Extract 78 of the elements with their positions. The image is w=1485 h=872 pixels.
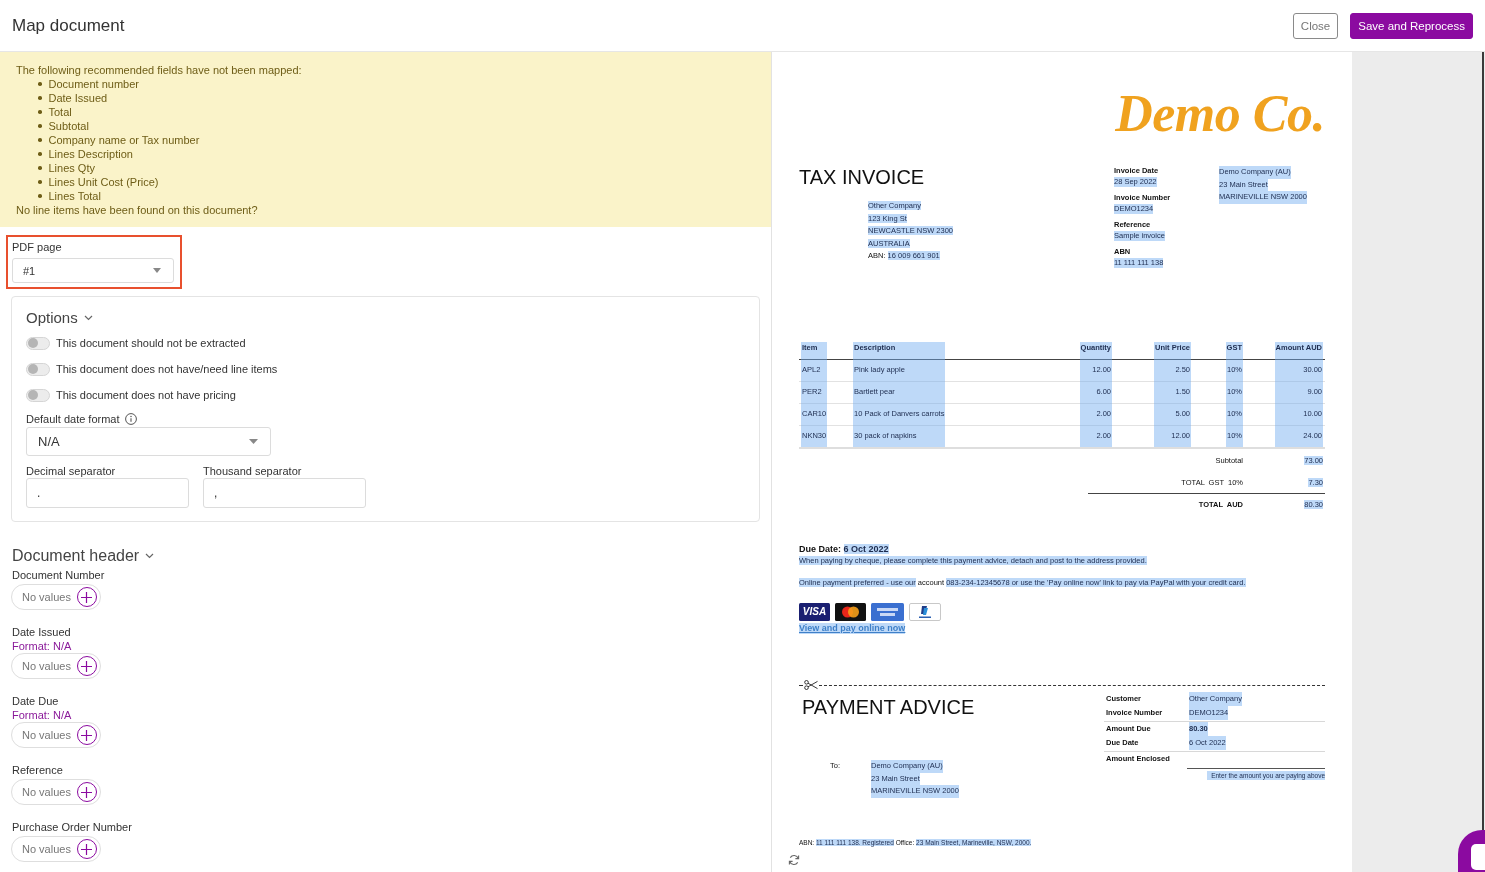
separator-input[interactable]: .: [26, 478, 189, 508]
warning-item: Document number: [48, 77, 139, 91]
no-values-text: No values: [22, 660, 71, 672]
field-label: PDF page: [12, 240, 62, 254]
scrollbar-thumb[interactable]: [1482, 52, 1484, 830]
plus-icon: [81, 843, 93, 855]
plus-icon: [81, 591, 93, 603]
info-icon[interactable]: [124, 413, 137, 425]
field-label: Reference: [12, 764, 63, 777]
bullet-icon: [38, 152, 42, 156]
card-icon: [871, 603, 904, 621]
warning-item: Subtotal: [48, 119, 89, 133]
date-format-select[interactable]: N/A: [26, 427, 271, 456]
caret-icon: [153, 268, 161, 273]
payment-advice-title: PAYMENT ADVICE: [801, 695, 975, 719]
caret-icon: [249, 439, 258, 444]
add-button[interactable]: [76, 587, 97, 607]
bullet-icon: [38, 82, 42, 86]
toggle-label: This document should not be extracted: [56, 337, 246, 349]
warning-text: The following recommended fields have not been mapped:: [16, 63, 302, 77]
page-select[interactable]: #1: [12, 258, 174, 283]
close-button[interactable]: Close: [1292, 12, 1339, 39]
no-values-text: No values: [22, 591, 71, 603]
no-values-text: No values: [22, 786, 71, 798]
warning-text: No line items have been found on this document?: [16, 203, 258, 217]
field-label: Decimal separator: [26, 464, 116, 478]
no-values-text: No values: [22, 729, 71, 741]
card-logo: VISA: [799, 603, 830, 621]
add-button[interactable]: [76, 839, 97, 859]
plus-icon: [81, 660, 93, 672]
overlapping-circles-icon: [835, 603, 866, 621]
add-button[interactable]: [76, 656, 97, 676]
toggle-switch[interactable]: [26, 336, 50, 350]
plus-icon: [81, 729, 93, 741]
bullet-icon: [38, 194, 42, 198]
warning-item: Lines Unit Cost (Price): [48, 175, 159, 189]
fill-in-line[interactable]: [1187, 766, 1325, 769]
warning-item: Lines Total: [48, 189, 101, 203]
refresh-icon[interactable]: [788, 853, 800, 866]
plus-icon: [81, 786, 93, 798]
field-label: Document Number: [12, 569, 105, 582]
warning-item: Company name or Tax number: [48, 133, 200, 147]
bullet-icon: [38, 110, 42, 114]
field-label: Date Due: [12, 695, 59, 708]
due-date-value: 6 Oct 2022: [843, 544, 889, 554]
options-toggle[interactable]: Options: [26, 308, 93, 328]
toggle-label: This document does not have pricing: [56, 389, 236, 401]
field-label: Purchase Order Number: [12, 821, 132, 834]
bullet-icon: [38, 124, 42, 128]
save-button[interactable]: Save and Reprocess: [1350, 12, 1473, 39]
warning-item: Lines Description: [48, 147, 133, 161]
due-date-label: Due Date:: [799, 544, 841, 554]
toggle-switch[interactable]: [26, 388, 50, 402]
scissors-icon: [804, 680, 818, 690]
card-logo-icon: [909, 603, 941, 621]
no-values-text: No values: [22, 843, 71, 855]
bullet-icon: [38, 96, 42, 100]
field-label: Date Issued: [12, 626, 71, 639]
chat-icon: [1471, 844, 1485, 870]
company-logo: Demo Co.: [1115, 88, 1325, 140]
warning-item: Total: [48, 105, 72, 119]
document-header-toggle[interactable]: Document header: [12, 546, 155, 566]
format-text: Format: N/A: [12, 640, 72, 652]
document-title: TAX INVOICE: [799, 166, 925, 188]
warning-item: Date Issued: [48, 91, 108, 105]
toggle-label: This document does not have/need line items: [56, 363, 278, 375]
format-text: Format: N/A: [12, 709, 72, 721]
separator-input[interactable]: ,: [203, 478, 366, 508]
add-button[interactable]: [76, 782, 97, 802]
bullet-icon: [38, 166, 42, 170]
page-title: Map document: [12, 15, 125, 36]
bullet-icon: [38, 180, 42, 184]
bullet-icon: [38, 138, 42, 142]
field-label: Default date format: [26, 412, 120, 426]
warning-item: Lines Qty: [48, 161, 95, 175]
add-button[interactable]: [76, 725, 97, 745]
toggle-switch[interactable]: [26, 362, 50, 376]
field-label: Thousand separator: [203, 464, 302, 478]
